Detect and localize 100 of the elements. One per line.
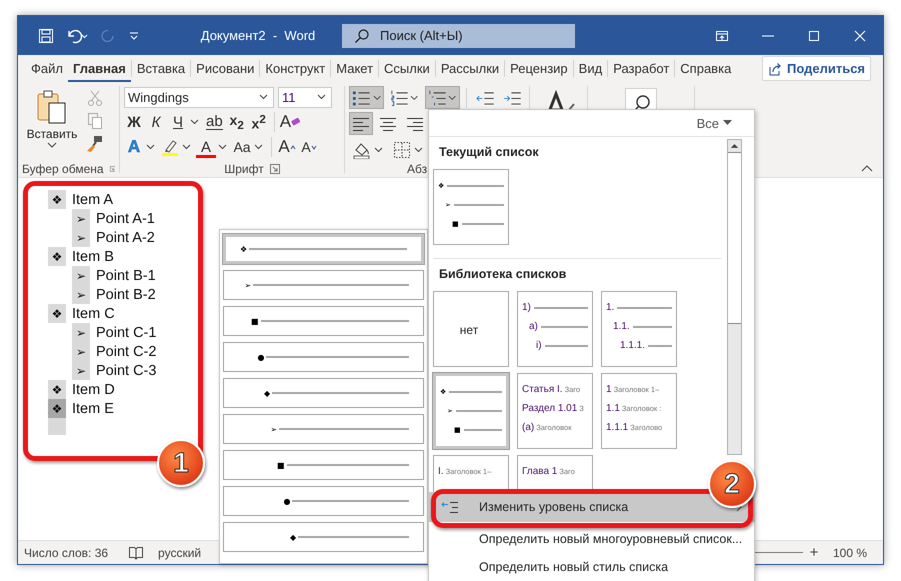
numbering-icon (390, 88, 408, 106)
align-left-icon (352, 116, 370, 132)
customize-icon[interactable] (128, 30, 140, 42)
eraser-icon (291, 118, 302, 126)
section-heading: Библиотека списков (438, 266, 568, 283)
bullet-mark: ❖ (240, 244, 248, 254)
align-right-icon (406, 116, 424, 132)
ribbon-tab[interactable]: Макет (331, 55, 378, 82)
caret-icon[interactable] (190, 119, 199, 125)
dialog-launcher-icon[interactable] (270, 164, 280, 174)
level-prefix: 1) (522, 302, 531, 313)
caret-icon[interactable] (182, 144, 191, 150)
ribbon-tab[interactable]: Рецензир (505, 55, 573, 82)
level-prefix: I. (438, 466, 444, 477)
list-level-option[interactable]: ❖ (223, 234, 424, 264)
align-left-button[interactable] (349, 112, 373, 135)
paste-button[interactable]: Вставить (22, 86, 82, 160)
minimize-icon (761, 34, 775, 36)
level-prefix: Статья I. (522, 384, 563, 395)
list-style-thumbnail[interactable]: 1) a) i) (517, 291, 593, 367)
list-style-thumbnail[interactable]: 1. 1.1. 1.1.1. (601, 291, 677, 367)
ribbon-display-icon (715, 28, 729, 42)
format-button[interactable]: ab (204, 111, 225, 133)
bullet-mark: ◆ (264, 388, 270, 398)
list-level-option[interactable]: ■ (223, 450, 424, 480)
ribbon-tab[interactable]: Вид (574, 55, 608, 82)
format-button[interactable]: Ч (168, 111, 188, 133)
list-item-text: Point C-3 (96, 362, 156, 378)
font-name-field[interactable]: Wingdings (124, 86, 274, 108)
menu-item[interactable]: Определить новый многоуровневый список... (429, 528, 754, 550)
bullets-icon (352, 88, 371, 106)
caret-icon (414, 146, 423, 152)
bullet-mark: ❖ (48, 304, 66, 323)
caret-up-icon (290, 144, 296, 150)
caret-icon[interactable] (254, 144, 263, 150)
level-prefix: 1. (606, 302, 614, 313)
ribbon-tab[interactable]: Вставка (132, 55, 190, 82)
list-item-text: Point B-2 (96, 286, 156, 302)
level-prefix: a) (529, 321, 538, 332)
list-level-icon (441, 501, 459, 513)
search-field[interactable]: Поиск (Alt+Ы) (342, 24, 575, 48)
format-button[interactable]: К (146, 111, 166, 133)
share-button[interactable]: Поделиться (762, 56, 871, 81)
bullet-mark: ➢ (72, 209, 90, 228)
ribbon-tab[interactable]: Главная (68, 55, 131, 82)
list-level-option[interactable]: ➢ (223, 270, 424, 300)
format-button[interactable]: x$_{2}$ (226, 111, 247, 133)
search-icon (354, 28, 370, 44)
font-size-field[interactable]: 11 (278, 86, 332, 108)
font-button[interactable]: A (277, 136, 297, 158)
caret-icon (448, 94, 457, 100)
menu-item[interactable]: Определить новый стиль списка (429, 556, 754, 578)
list-level-option[interactable]: ● (223, 486, 424, 516)
bullet-mark: ➢ (72, 266, 90, 285)
caret-icon (410, 94, 419, 100)
format-button[interactable]: x$^{2}$ (248, 111, 269, 133)
zoom-in-button[interactable]: + (806, 544, 821, 561)
ribbon-tab[interactable]: Справка (675, 55, 736, 82)
language-label[interactable]: русский (158, 546, 202, 560)
scrollbar[interactable] (727, 139, 742, 455)
list-level-option[interactable]: ◆ (223, 378, 424, 408)
caret-icon[interactable] (146, 144, 155, 150)
list-level-option[interactable]: ● (223, 342, 424, 372)
level-prefix: i) (536, 340, 542, 351)
list-level-option[interactable]: ◆ (223, 522, 424, 552)
highlighter-icon (161, 138, 179, 156)
multilevel-button[interactable] (424, 86, 460, 109)
zoom-level[interactable]: 100 % (832, 546, 867, 560)
collapse-ribbon-icon[interactable] (861, 164, 873, 172)
book-icon[interactable] (128, 544, 144, 560)
bullets-button[interactable] (349, 86, 384, 109)
word-count[interactable]: Число слов: 36 (24, 546, 108, 560)
font-button[interactable]: Aa (232, 136, 252, 158)
caret-icon[interactable] (218, 144, 227, 150)
undo-icon[interactable] (66, 28, 88, 44)
caret-icon (47, 142, 57, 148)
triangle-down-icon (723, 120, 732, 126)
dialog-launcher-icon[interactable] (110, 164, 115, 174)
font-button[interactable]: A (196, 136, 216, 158)
ribbon-tab[interactable]: Конструкт (260, 55, 330, 82)
format-button[interactable]: A (280, 111, 302, 133)
ribbon-tab[interactable]: Рисовани (191, 55, 260, 82)
bullet-mark: ➢ (72, 342, 90, 361)
format-painter-icon[interactable] (86, 135, 104, 153)
format-button[interactable]: Ж (124, 111, 144, 133)
ribbon-tab[interactable]: Ссылки (379, 55, 435, 82)
list-style-thumbnail[interactable]: нет (433, 291, 509, 367)
level-prefix: (а) (522, 422, 534, 433)
filter-dropdown[interactable]: Все (696, 116, 732, 130)
save-icon[interactable] (38, 28, 54, 44)
ribbon-tab[interactable]: Файл (26, 55, 68, 82)
list-level-option[interactable]: ➢ (223, 414, 424, 444)
window-title: Документ2 - Word (200, 28, 316, 43)
share-icon (768, 62, 782, 76)
ribbon-tab[interactable]: Рассылки (436, 55, 504, 82)
ribbon-tab[interactable]: Разработ (608, 55, 674, 82)
font-button[interactable]: A (299, 136, 319, 158)
list-item-text: Item C (72, 306, 115, 322)
bullet-mark: ❖ (48, 190, 66, 209)
list-level-option[interactable]: ■ (223, 306, 424, 336)
